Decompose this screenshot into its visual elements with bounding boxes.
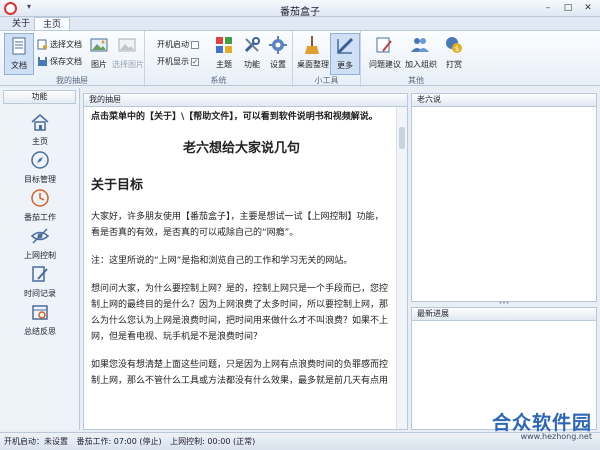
group-system: 开机启动 开机显示 ✓ 主题 功能 设置 系统 [145, 31, 293, 87]
panel-header: 老六说 [412, 94, 596, 107]
scrollbar-thumb[interactable] [399, 127, 405, 149]
clock-icon [31, 189, 49, 207]
more-button[interactable]: 更多 [330, 33, 360, 75]
sidebar-item-summary[interactable]: 总结反思 [0, 296, 80, 336]
group-my-drawer: 文档 选择文档 保存文档 图片 选择图片 我的抽屉 [0, 31, 145, 87]
help-note: 点击菜单中的【关于】\【帮助文件】，可以看到软件说明书和视频解说。 [91, 112, 378, 122]
suggestion-button[interactable]: 问题建议 [369, 33, 401, 75]
desktop-clean-button[interactable]: 桌面整理 [297, 33, 329, 75]
pen-paper-icon [32, 266, 48, 282]
doc-button[interactable]: 文档 [4, 33, 34, 75]
document-title: 老六想给大家说几句 [182, 141, 300, 156]
my-drawer-panel: 我的抽屉 点击菜单中的【关于】\【帮助文件】，可以看到软件说明书和视频解说。 老… [83, 93, 408, 430]
image-icon [90, 38, 108, 52]
sidebar-item-time-record[interactable]: 时间记录 [0, 258, 80, 298]
watermark: 合众软件园 www.hezhong.net [492, 408, 592, 441]
paragraph: 如果您没有想清楚上面这些问题，只是因为上网有点浪费时间的负罪感而控制上网，那么不… [91, 360, 389, 386]
panel-header: 最新进展 [412, 308, 596, 321]
calendar-icon [32, 305, 48, 320]
section-heading: 关于目标 [91, 178, 144, 193]
paragraph: 大家好，许多朋友使用【番茄盒子】，主要是想试一试【上网控制】功能，看是否真的有效… [91, 212, 384, 238]
save-icon [38, 57, 47, 66]
tools-icon [244, 37, 260, 53]
maximize-icon[interactable]: □ [559, 1, 577, 15]
image-button[interactable]: 图片 [84, 33, 114, 75]
ribbon-tabs: 关于 主页 [0, 17, 600, 31]
sidebar-item-home[interactable]: 主页 [0, 106, 80, 146]
group-tools: 桌面整理 更多 小工具 [293, 31, 361, 87]
select-doc-button[interactable]: 选择文档 [37, 38, 82, 51]
watermark-title: 合众软件园 [491, 412, 592, 434]
select-doc-icon [37, 39, 47, 50]
window-title: 番茄盒子 [280, 7, 320, 18]
document-scrollbar[interactable] [396, 107, 407, 429]
boot-start-toggle[interactable]: 开机启动 [157, 38, 199, 51]
theme-button[interactable]: 主题 [209, 33, 239, 75]
sidebar-item-net-control[interactable]: 上网控制 [0, 220, 80, 260]
gear-icon [269, 36, 287, 54]
save-doc-button[interactable]: 保存文档 [37, 55, 82, 68]
paragraph: 注：这里所说的“上网”是指和浏览自己的工作和学习无关的网站。 [91, 256, 353, 266]
document-view[interactable]: 点击菜单中的【关于】\【帮助文件】，可以看到软件说明书和视频解说。 老六想给大家… [84, 107, 397, 429]
laoliu-says-panel: 老六说 [411, 93, 597, 302]
status-net: 上网控制: 00:00 (正常) [170, 437, 256, 446]
join-group-button[interactable]: 加入组织 [405, 33, 437, 75]
theme-icon [216, 37, 232, 53]
status-tomato: 番茄工作: 07:00 (停止) [76, 437, 162, 446]
svg-text:$: $ [455, 45, 459, 53]
ruler-pencil-icon [336, 37, 354, 55]
group-label-system: 系统 [210, 76, 227, 85]
compass-icon [31, 151, 49, 169]
sidebar-header[interactable]: 功能 [3, 90, 76, 104]
select-image-button[interactable]: 选择图片 [112, 33, 144, 75]
coin-icon: $ [446, 37, 462, 53]
group-label-tools: 小工具 [314, 76, 339, 85]
minimize-icon[interactable]: – [539, 1, 557, 15]
group-label-my-drawer: 我的抽屉 [56, 76, 88, 85]
group-other: 问题建议 加入组织 $ 打赏 其他 [361, 31, 471, 87]
settings-button[interactable]: 设置 [263, 33, 293, 75]
boot-start-checkbox[interactable] [191, 40, 199, 49]
document-icon [12, 37, 26, 55]
sidebar-item-goals[interactable]: 目标管理 [0, 144, 80, 184]
title-bar: ▾ 番茄盒子 – □ ✕ [0, 0, 600, 18]
sidebar: 功能 主页 目标管理 番茄工作 上网控制 时间记录 总结反思 [0, 88, 80, 430]
status-boot: 开机启动：未设置 [4, 437, 68, 446]
broom-icon [305, 36, 319, 54]
tab-home[interactable]: 主页 [34, 17, 71, 31]
sidebar-item-tomato-work[interactable]: 番茄工作 [0, 182, 80, 222]
feedback-icon [376, 37, 392, 53]
select-image-icon [118, 38, 136, 52]
ribbon: 文档 选择文档 保存文档 图片 选择图片 我的抽屉 开机启动 开机显示 ✓ 主题… [0, 30, 600, 87]
panel-header: 我的抽屉 [84, 94, 407, 107]
group-label-other: 其他 [408, 76, 424, 85]
users-icon [411, 38, 429, 52]
donate-button[interactable]: $ 打赏 [439, 33, 469, 75]
paragraph: 想问问大家，为什么要控制上网？是的，控制上网只是一个手段而已，您控制上网的最终目… [91, 284, 389, 342]
boot-show-checkbox[interactable]: ✓ [191, 57, 199, 66]
close-icon[interactable]: ✕ [579, 1, 597, 15]
boot-show-toggle[interactable]: 开机显示 ✓ [157, 55, 199, 68]
tab-about[interactable]: 关于 [4, 17, 38, 31]
home-icon [31, 114, 49, 131]
eye-off-icon [30, 228, 50, 244]
